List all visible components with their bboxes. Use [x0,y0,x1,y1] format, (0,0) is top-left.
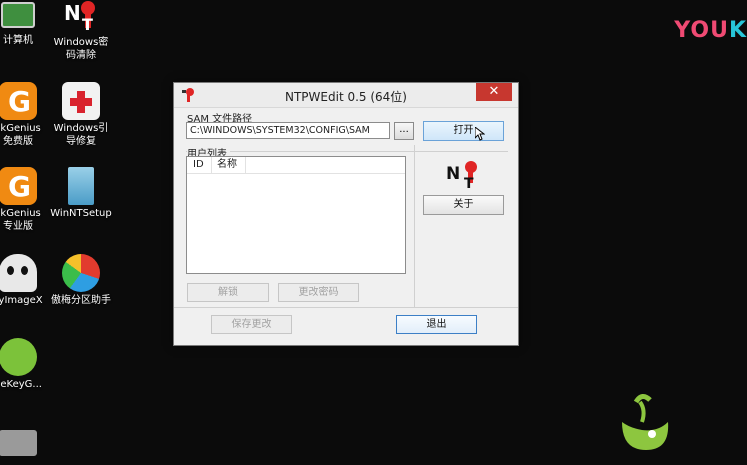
unlock-button[interactable]: 解锁 [187,283,269,302]
desktop-icon-label: WinNTSetup [50,208,112,219]
winntsetup-icon [68,167,94,205]
close-icon: ✕ [488,84,500,99]
desktop-icon-drive[interactable] [0,424,58,456]
open-button[interactable]: 打开 [423,121,504,141]
svg-text:N: N [64,1,81,25]
ghost-icon [0,254,37,292]
column-header-id[interactable]: ID [193,157,204,173]
svg-text:N: N [446,164,460,184]
diskgenius-icon [0,82,37,120]
ntpwedit-icon: NT [62,0,100,34]
ntpwedit-logo-icon: N T [446,161,477,189]
desktop-icon-winntsetup[interactable]: WinNTSetup [41,167,121,220]
about-button[interactable]: 关于 [423,195,504,215]
desktop-icon-label: neKeyG... [0,379,42,390]
diskgenius-icon [0,167,37,205]
desktop-icon-onekeyghost[interactable]: neKeyG... [0,338,58,391]
first-aid-icon [62,82,100,120]
partition-icon [62,254,100,292]
youku-watermark: YOUK [674,18,747,43]
desktop-icon-windows-boot-repair[interactable]: Windows引 导修复 [41,82,121,148]
ntpwedit-window: NTPWEdit 0.5 (64位) ✕ SAM 文件路径 C:\WINDOWS… [173,82,519,346]
close-button[interactable]: ✕ [476,83,512,101]
desktop-icon-label: 傲梅分区助手 [51,295,111,306]
computer-icon [1,2,35,28]
svg-text:T: T [464,176,474,189]
browse-button[interactable]: ... [394,122,414,140]
divider [414,145,415,307]
svg-text:T: T [82,15,93,34]
desktop-icon-windows-password[interactable]: NT Windows密 码清除 [41,0,121,62]
onekey-icon [0,338,37,376]
change-password-button[interactable]: 更改密码 [278,283,359,302]
mouse-cursor-icon [475,127,485,141]
users-group-border [186,151,508,152]
save-changes-button[interactable]: 保存更改 [211,315,292,334]
exit-button[interactable]: 退出 [396,315,477,334]
drive-icon [0,430,37,456]
desktop-icon-label: Windows引 导修复 [53,123,109,147]
sam-path-input[interactable]: C:\WINDOWS\SYSTEM32\CONFIG\SAM [186,122,390,139]
desktop-icon-label: Windows密 码清除 [53,37,109,61]
user-list-header: ID 名称 [187,157,405,174]
desktop-icon-partition-assistant[interactable]: 傲梅分区助手 [41,254,121,307]
column-header-name[interactable]: 名称 [217,157,237,173]
mascot-icon [622,394,669,450]
user-list[interactable]: ID 名称 [186,156,406,274]
window-title: NTPWEdit 0.5 (64位) [285,90,407,104]
title-bar[interactable]: NTPWEdit 0.5 (64位) ✕ [174,83,518,108]
divider [174,307,518,308]
